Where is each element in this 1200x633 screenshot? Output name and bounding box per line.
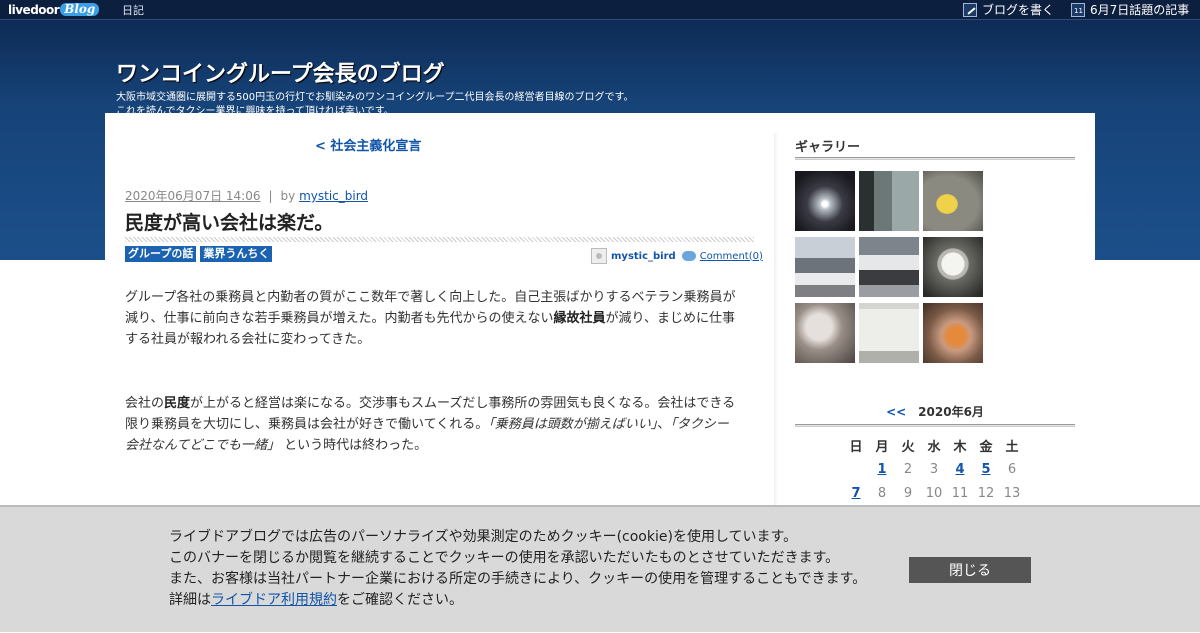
calendar-day: 2	[903, 461, 913, 477]
terms-link[interactable]: ライブドア利用規約	[211, 592, 337, 608]
category-tag[interactable]: グループの話	[125, 246, 197, 262]
calendar-day-link[interactable]: 4	[947, 457, 973, 481]
by-label: by	[280, 189, 296, 203]
gallery-thumbnail[interactable]	[923, 237, 983, 297]
weekday-header: 木	[953, 439, 967, 455]
calendar-table: 日 月 火 水 木 金 土 1 2 3 4 5 6 7 8 9 10 11 12…	[843, 433, 1025, 505]
weekday-header: 月	[875, 439, 889, 455]
pencil-icon	[963, 2, 977, 17]
author-link[interactable]: mystic_bird	[299, 189, 368, 203]
calendar-day: 9	[903, 485, 913, 501]
post-paragraph: 会社の民度が上がると経営は楽になる。交渉事もスムーズだし事務所の雰囲気も良くなる…	[125, 396, 736, 453]
prev-article-link[interactable]: < 社会主義化宣言	[315, 135, 421, 154]
diary-link[interactable]: 日記	[122, 2, 144, 18]
calendar-day-link[interactable]: 7	[843, 481, 869, 505]
gallery-thumbnail[interactable]	[795, 237, 855, 297]
post-meta: 2020年06月07日 14:06 | by mystic_bird	[125, 187, 368, 204]
calendar-title: 2020年6月	[918, 405, 984, 419]
calendar-day: 10	[925, 485, 943, 501]
topic-articles-label: 6月7日話題の記事	[1090, 3, 1190, 17]
category-list: グループの話 業界うんちく	[125, 246, 273, 262]
calendar-icon: 11	[1071, 2, 1085, 17]
calendar-prev-link[interactable]: <<	[886, 405, 906, 419]
calendar-week: 7 8 9 10 11 12 13	[843, 481, 1025, 505]
weekday-header: 日	[849, 439, 863, 455]
calendar-day: 12	[977, 485, 995, 501]
gallery-grid	[795, 171, 995, 363]
calendar-heading-rule	[795, 424, 1075, 427]
column-separator	[774, 133, 778, 513]
gallery-heading: ギャラリー	[795, 140, 861, 155]
livedoor-blog-logo[interactable]: livedoor Blog	[8, 1, 100, 18]
gallery-heading-rule	[795, 157, 1075, 160]
calendar-day: 3	[929, 461, 939, 477]
weekday-header: 金	[979, 439, 993, 455]
calendar-day-link[interactable]: 5	[973, 457, 999, 481]
post-info: mystic_bird Comment(0)	[591, 248, 763, 264]
comment-link[interactable]: Comment(0)	[700, 251, 763, 262]
logo-livedoor-text: livedoor	[8, 2, 60, 17]
meta-separator: |	[268, 189, 273, 203]
calendar-day: 11	[951, 485, 969, 501]
title-divider	[125, 237, 754, 242]
calendar-week: 1 2 3 4 5 6	[843, 457, 1025, 481]
write-blog-link[interactable]: ブログを書く	[963, 1, 1054, 18]
calendar-header: << 2020年6月	[795, 403, 1075, 420]
top-bar: livedoor Blog 日記 ブログを書く 11 6月7日話題の記事	[0, 0, 1200, 20]
cookie-text-line: また、お客様は当社パートナー企業における所定の手続きにより、クッキーの使用を管理…	[169, 571, 867, 587]
gallery-thumbnail[interactable]	[795, 171, 855, 231]
calendar-day: 6	[1007, 461, 1017, 477]
gallery-thumbnail[interactable]	[859, 171, 919, 231]
weekday-header: 火	[901, 439, 915, 455]
gallery-thumbnail[interactable]	[859, 303, 919, 363]
cookie-text-line: ライブドアブログでは広告のパーソナライズや効果測定のためクッキー(cookie)…	[169, 529, 798, 545]
calendar-day-link[interactable]: 1	[869, 457, 895, 481]
calendar-day: 13	[1003, 485, 1021, 501]
cookie-text-line: 詳細はライブドア利用規約をご確認ください。	[169, 592, 463, 608]
category-tag[interactable]: 業界うんちく	[200, 246, 273, 262]
blog-title[interactable]: ワンコイングループ会長のブログ	[116, 56, 445, 88]
topic-articles-link[interactable]: 11 6月7日話題の記事	[1071, 1, 1189, 18]
post-paragraph: グループ各社の乗務員と内勤者の質がここ数年で著しく向上した。自己主張ばかりするベ…	[125, 290, 736, 347]
gallery-thumbnail[interactable]	[795, 303, 855, 363]
weekday-header: 土	[1005, 439, 1019, 455]
post-user-link[interactable]: mystic_bird	[611, 251, 676, 262]
blog-description-line: 大阪市域交通圏に展開する500円玉の行灯でお馴染みのワンコイングループ二代目会長…	[116, 92, 634, 103]
cookie-banner: ライブドアブログでは広告のパーソナライズや効果測定のためクッキー(cookie)…	[0, 505, 1200, 632]
calendar-day: 8	[877, 485, 887, 501]
write-blog-label: ブログを書く	[982, 3, 1055, 17]
comment-bubble-icon	[681, 251, 696, 261]
avatar-icon[interactable]	[591, 248, 607, 264]
weekday-header: 水	[927, 439, 941, 455]
gallery-thumbnail[interactable]	[923, 303, 983, 363]
post-date[interactable]: 2020年06月07日 14:06	[125, 189, 260, 203]
post-title[interactable]: 民度が高い会社は楽だ。	[125, 208, 333, 235]
logo-blog-text: Blog	[60, 3, 100, 16]
cookie-text: ライブドアブログでは広告のパーソナライズや効果測定のためクッキー(cookie)…	[169, 527, 889, 611]
gallery-thumbnail[interactable]	[859, 237, 919, 297]
cookie-close-button[interactable]: 閉じる	[909, 557, 1031, 583]
cookie-text-line: このバナーを閉じるか閲覧を継続することでクッキーの使用を承認いただいたものとさせ…	[169, 550, 840, 566]
calendar-day	[843, 457, 869, 481]
gallery-thumbnail[interactable]	[923, 171, 983, 231]
